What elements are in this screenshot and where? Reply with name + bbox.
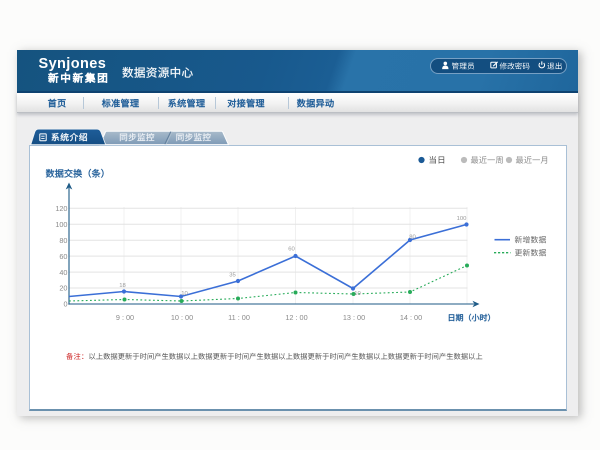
svg-text:18: 18 — [119, 283, 126, 289]
svg-text:100: 100 — [457, 216, 468, 222]
svg-text:80: 80 — [409, 235, 416, 241]
svg-text:35: 35 — [229, 273, 236, 279]
svg-text:11 : 00: 11 : 00 — [228, 313, 250, 322]
svg-text:14 : 00: 14 : 00 — [400, 313, 422, 322]
svg-text:100: 100 — [55, 220, 67, 229]
svg-text:10 : 00: 10 : 00 — [171, 313, 193, 322]
svg-text:10: 10 — [354, 291, 361, 297]
svg-text:120: 120 — [55, 204, 67, 213]
svg-text:9 : 00: 9 : 00 — [116, 313, 134, 322]
svg-text:20: 20 — [59, 284, 67, 293]
svg-text:80: 80 — [59, 236, 67, 245]
svg-text:60: 60 — [288, 247, 295, 253]
svg-text:13 : 00: 13 : 00 — [343, 313, 365, 322]
svg-text:40: 40 — [59, 268, 67, 277]
svg-text:12 : 00: 12 : 00 — [285, 313, 307, 322]
svg-text:10: 10 — [181, 291, 188, 297]
svg-text:0: 0 — [63, 300, 67, 309]
svg-text:60: 60 — [59, 252, 67, 261]
